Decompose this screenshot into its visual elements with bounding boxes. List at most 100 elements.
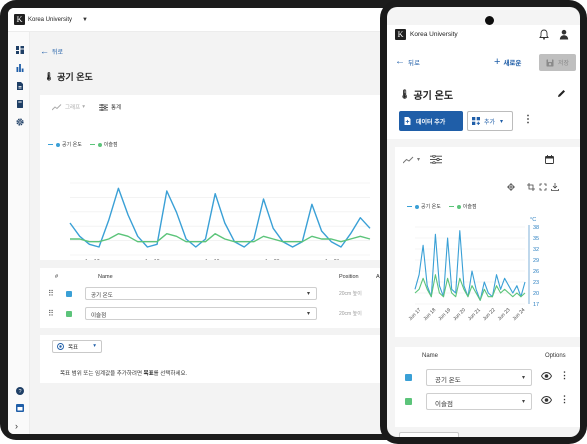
series-color-swatch[interactable] <box>66 291 72 297</box>
goal-hint: 목표 범위 또는 임계값을 추가하려면 목표를 선택하세요. <box>60 369 187 377</box>
x-tick-label: Jun 20 <box>452 307 467 322</box>
visibility-eye-icon[interactable] <box>541 396 552 404</box>
series-select[interactable]: 공기 온도 ▾ <box>85 287 317 300</box>
back-link[interactable]: ← 뒤로 <box>395 56 420 67</box>
add-data-button[interactable]: 데이터 추가 <box>399 111 463 131</box>
header-name: Name <box>422 353 439 359</box>
page-title: 🌡 공기 온도 <box>44 70 93 83</box>
add-dropdown[interactable]: 추가 ▾ <box>467 111 513 131</box>
goal-hint-bold: 목표 <box>143 371 154 377</box>
org-switch-caret-icon[interactable]: ▼ <box>82 17 88 23</box>
svg-text:?: ? <box>18 389 21 395</box>
header-name: Name <box>98 274 113 280</box>
row-more-options-icon[interactable]: ⋮ <box>560 394 569 405</box>
header-options: Options <box>545 353 566 359</box>
more-options-icon[interactable]: ⋮ <box>523 114 533 125</box>
goal-button-label: 목표 <box>68 344 79 351</box>
x-tick-label: Jun 17 <box>408 307 423 322</box>
org-logo: K <box>14 14 25 25</box>
tablet-sidebar: ? › <box>8 32 30 434</box>
back-label: 뒤로 <box>408 59 420 67</box>
add-data-label: 데이터 추가 <box>416 119 446 126</box>
x-tick-label: Jun 20 <box>264 259 279 260</box>
y-tick-label: 35 <box>533 236 539 242</box>
help-icon[interactable]: ? <box>16 387 24 395</box>
tablet-top-bar: K Korea University ▼ <box>8 8 432 32</box>
grid-plus-icon <box>472 117 480 125</box>
goal-hint-prefix: 목표 범위 또는 임계값을 추가하려면 <box>60 371 144 377</box>
tablet-line-chart[interactable]: Jun 17 Jun 18 Jun 19 Jun 20 Jun 21 <box>40 95 426 260</box>
goal-card: 목표 ▾ 목표 범위 또는 임계값을 추가하려면 목표를 선택하세요. <box>40 335 426 383</box>
series-select-value: 이슬점 <box>91 313 107 319</box>
series-select[interactable]: 이슬점 ▾ <box>426 393 532 410</box>
table-row: 이슬점 ▾ ⋮ <box>395 391 580 413</box>
x-tick-label: Jun 18 <box>144 259 159 260</box>
x-tick-label: Jun 21 <box>324 259 339 260</box>
notebook-icon[interactable] <box>16 100 24 108</box>
y-tick-label: 32 <box>533 247 539 253</box>
y-tick-label: 38 <box>533 225 539 231</box>
dashboard-icon[interactable] <box>16 46 24 54</box>
bell-icon[interactable] <box>539 29 549 40</box>
page-title-text: 공기 온도 <box>413 91 454 102</box>
add-document-icon <box>404 117 411 125</box>
unit-label: °C <box>530 217 536 223</box>
goal-caret-icon: ▾ <box>93 343 96 349</box>
drag-handle-icon[interactable]: ⠿ <box>48 309 54 318</box>
series-color-swatch[interactable] <box>66 311 72 317</box>
x-tick-label: Jun 24 <box>512 307 527 322</box>
new-label: 새로운 <box>503 60 522 67</box>
y-tick-label: 26 <box>533 269 539 275</box>
series-color-swatch[interactable] <box>405 398 412 405</box>
document-icon[interactable] <box>16 82 24 90</box>
chart-card: 그래프 ▾ 통계 공기 온도 이슬점 <box>40 95 426 260</box>
floppy-disk-icon <box>546 59 554 66</box>
back-arrow-icon: ← <box>395 56 405 67</box>
phone-line-chart[interactable]: 1720232629323538°CJun 17 Jun 18 Jun 19 Jun … <box>395 147 580 337</box>
page-title: 🌡 공기 온도 <box>399 87 453 102</box>
x-tick-label: Jun 18 <box>422 307 437 322</box>
x-tick-label: Jun 19 <box>437 307 452 322</box>
series-select-value: 공기 온도 <box>91 293 113 299</box>
row-more-options-icon[interactable]: ⋮ <box>560 370 569 381</box>
table-row: ⠿ 공기 온도 ▾ 20cm 높이 온 <box>40 286 426 302</box>
tablet-screen: K Korea University ▼ ? › ← 뒤로 🌡 공기 온도 그래… <box>8 8 432 434</box>
chart-bars-icon[interactable] <box>16 64 24 72</box>
series-color-swatch[interactable] <box>405 374 412 381</box>
account-icon[interactable] <box>559 29 569 40</box>
table-row: 공기 온도 ▾ ⋮ <box>395 367 580 389</box>
position-value: 20cm 높이 <box>339 311 362 317</box>
back-arrow-icon: ← <box>40 46 49 56</box>
partial-button-below-fold[interactable] <box>399 432 459 437</box>
header-position: Position <box>339 274 359 280</box>
thermometer-icon: 🌡 <box>399 89 411 99</box>
goal-hint-suffix: 를 선택하세요. <box>153 371 188 377</box>
series-select-value: 이슬점 <box>435 401 453 408</box>
goal-button[interactable]: 목표 ▾ <box>52 340 102 353</box>
page-title-text: 공기 온도 <box>57 72 93 82</box>
series-select[interactable]: 공기 온도 ▾ <box>426 369 532 386</box>
dropdown-caret-icon: ▾ <box>306 311 310 317</box>
visibility-eye-icon[interactable] <box>541 372 552 380</box>
edit-pencil-icon[interactable] <box>557 89 566 98</box>
phone-brand[interactable]: K Korea University <box>395 29 458 40</box>
calendar-app-icon[interactable] <box>16 404 24 412</box>
series-select[interactable]: 이슬점 ▾ <box>85 307 317 320</box>
x-tick-label: Jun 17 <box>84 259 99 260</box>
save-label: 저장 <box>557 61 570 67</box>
phone-screen: K Korea University ← 뒤로 + 새로운 저장 🌡 공기 온도… <box>387 7 580 437</box>
settings-gear-icon[interactable] <box>16 118 24 126</box>
new-button[interactable]: + 새로운 <box>494 56 521 68</box>
y-tick-label: 29 <box>533 258 539 264</box>
y-tick-label: 23 <box>533 280 539 286</box>
back-link[interactable]: ← 뒤로 <box>40 46 63 56</box>
expand-sidebar-chevron-icon[interactable]: › <box>15 421 18 431</box>
front-camera <box>485 16 494 25</box>
drag-handle-icon[interactable]: ⠿ <box>48 289 54 298</box>
save-button[interactable]: 저장 <box>539 54 576 71</box>
dropdown-caret-icon: ▾ <box>521 375 525 381</box>
phone-header: 🌡 공기 온도 데이터 추가 추가 ▾ ⋮ <box>387 77 580 139</box>
org-name[interactable]: Korea University <box>28 17 72 23</box>
position-value: 20cm 높이 <box>339 291 362 297</box>
target-icon <box>57 343 64 350</box>
